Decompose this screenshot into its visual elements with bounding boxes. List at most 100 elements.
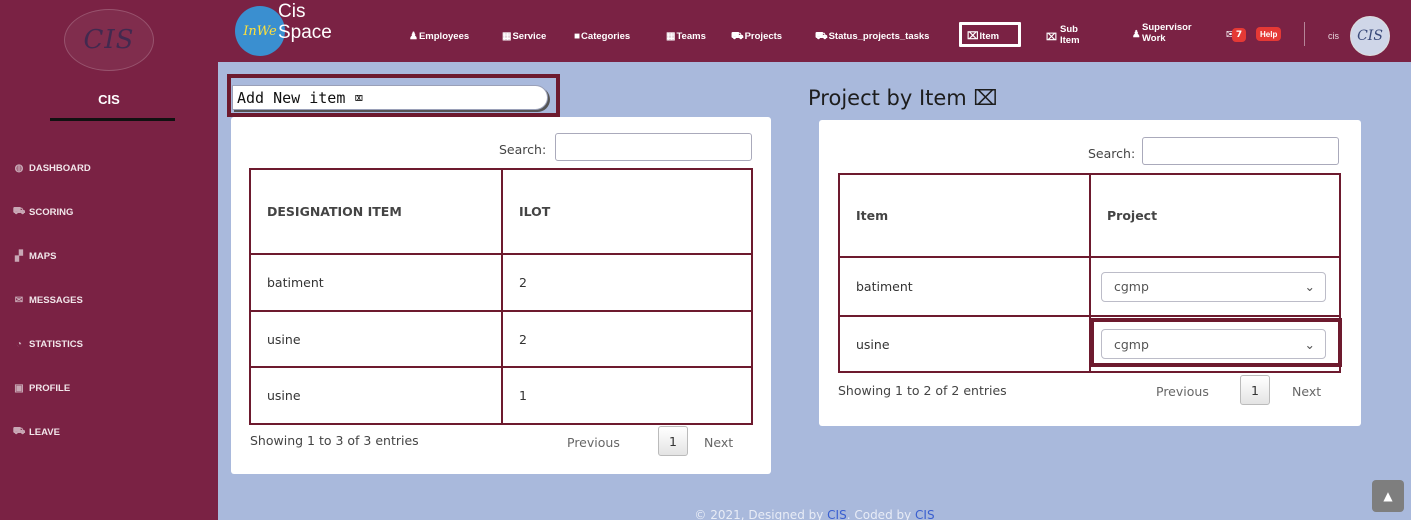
column-header-designation[interactable]: DESIGNATION ITEM [249, 168, 503, 255]
search-input[interactable] [1142, 137, 1339, 165]
table-cell: 2 [501, 310, 753, 368]
sidebar-logo[interactable]: CIS [64, 9, 154, 71]
nav-supervisor-line1: Supervisor [1142, 22, 1192, 33]
sidebar-logo-area: CIS [0, 0, 218, 80]
table-cell: 2 [501, 253, 753, 312]
sidebar-menu: ◍ DASHBOARD ⛟ SCORING ▞ MAPS ✉ MESSAGES … [12, 146, 202, 454]
footer-middle: . Coded by [846, 508, 912, 520]
column-header-project[interactable]: Project [1089, 173, 1341, 258]
pagination-previous[interactable]: Previous [567, 435, 620, 450]
add-new-item-button[interactable]: Add New item ⌧ [232, 85, 548, 110]
nav-label: Item [979, 31, 1000, 42]
table-header-row: DESIGNATION ITEM ILOT [249, 168, 753, 255]
profile-icon: ▣ [14, 382, 24, 394]
sub-item-icon: ⌧ [1046, 32, 1057, 43]
nav-label: Service [512, 31, 547, 42]
user-icon: ♟ [409, 31, 418, 42]
message-count-badge: 7 [1232, 28, 1246, 42]
sidebar: CIS CIS ◍ DASHBOARD ⛟ SCORING ▞ MAPS ✉ M… [0, 0, 218, 520]
sidebar-item-maps[interactable]: ▞ MAPS [12, 234, 202, 278]
footer-prefix: © 2021, Designed by [694, 508, 824, 520]
chevron-down-icon: ⌄ [1304, 279, 1315, 294]
sidebar-item-scoring[interactable]: ⛟ SCORING [12, 190, 202, 234]
sidebar-item-label: MESSAGES [29, 294, 83, 306]
project-select-value: cgmp [1114, 279, 1149, 294]
table-info: Showing 1 to 3 of 3 entries [250, 433, 419, 448]
map-icon: ▞ [15, 250, 23, 262]
table-row: batiment cgmp ⌄ [838, 256, 1341, 317]
nav-categories[interactable]: ■Categories [574, 31, 630, 42]
sidebar-item-label: MAPS [29, 250, 57, 262]
nav-divider [1304, 22, 1305, 46]
chevron-up-icon: ▲ [1383, 489, 1393, 503]
table-cell: usine [838, 315, 1091, 373]
car-icon: ⛟ [815, 31, 828, 42]
column-header-ilot[interactable]: ILOT [501, 168, 753, 255]
sidebar-item-label: LEAVE [29, 426, 60, 438]
search-input[interactable] [555, 133, 752, 161]
table-row: batiment 2 [249, 253, 753, 312]
table-row: usine 2 [249, 310, 753, 368]
user-name[interactable]: cis [1328, 31, 1339, 41]
sidebar-item-label: PROFILE [29, 382, 71, 394]
nav-sub-item[interactable]: ⌧ Sub Item [1046, 24, 1080, 46]
pagination-page[interactable]: 1 [1240, 375, 1270, 405]
nav-item[interactable]: ⌧Item [967, 31, 999, 42]
table-cell: usine [249, 366, 503, 425]
nav-projects[interactable]: ⛟Projects [731, 31, 782, 44]
footer-designer-link[interactable]: CIS [827, 508, 847, 520]
sidebar-item-profile[interactable]: ▣ PROFILE [12, 366, 202, 410]
nav-teams[interactable]: ▦Teams [666, 31, 706, 42]
sidebar-item-label: SCORING [29, 206, 74, 218]
app-name-line1: Cis [278, 1, 306, 22]
table-info: Showing 1 to 2 of 2 entries [838, 383, 1007, 398]
sidebar-brand: CIS [98, 92, 120, 107]
nav-supervisor-line2: Work [1142, 33, 1166, 44]
table-cell: cgmp ⌄ [1089, 256, 1341, 317]
car-icon: ⛟ [12, 205, 26, 217]
table-cell: 1 [501, 366, 753, 425]
avatar[interactable]: CIS [1350, 16, 1390, 56]
pagination-previous[interactable]: Previous [1156, 384, 1209, 399]
column-header-item[interactable]: Item [838, 173, 1091, 258]
briefcase-icon: ■ [574, 31, 581, 42]
table-cell: usine [249, 310, 503, 368]
sidebar-item-label: STATISTICS [29, 338, 84, 350]
user-icon: ♟ [1132, 29, 1141, 40]
nav-label: Status_projects_tasks [828, 31, 930, 42]
envelope-icon: ✉ [14, 294, 24, 306]
page-title: Project by Item ⌧ [808, 86, 998, 110]
items-table: DESIGNATION ITEM ILOT batiment 2 usine 2… [249, 168, 753, 425]
project-select[interactable]: cgmp ⌄ [1101, 271, 1326, 302]
back-to-top-button[interactable]: ▲ [1372, 480, 1404, 512]
chart-icon: ◔ [15, 338, 23, 350]
footer-coder-link[interactable]: CIS [915, 508, 935, 520]
table-row: usine 1 [249, 366, 753, 425]
nav-service[interactable]: ▦Service [502, 31, 546, 42]
sidebar-divider [50, 118, 175, 121]
dashboard-icon: ◍ [14, 162, 24, 174]
nav-employees[interactable]: ♟Employees [409, 31, 469, 42]
sidebar-item-dashboard[interactable]: ◍ DASHBOARD [12, 146, 202, 190]
sidebar-item-statistics[interactable]: ◔ STATISTICS [12, 322, 202, 366]
app-name-line2: Space [278, 22, 332, 43]
car-icon: ⛟ [12, 425, 26, 437]
pagination-page[interactable]: 1 [658, 426, 688, 456]
app-name[interactable]: Cis Space [278, 1, 332, 43]
search-label: Search: [1088, 146, 1136, 161]
pagination-next[interactable]: Next [1292, 384, 1321, 399]
nav-status-projects-tasks[interactable]: ⛟Status_projects_tasks [815, 31, 929, 44]
select-highlight [1090, 318, 1342, 367]
nav-label: Teams [676, 31, 706, 42]
help-button[interactable]: Help [1256, 27, 1282, 41]
sidebar-item-label: DASHBOARD [29, 162, 91, 174]
sidebar-item-leave[interactable]: ⛟ LEAVE [12, 410, 202, 454]
footer: © 2021, Designed by CIS. Coded by CIS [218, 508, 1411, 520]
nav-supervisor-work[interactable]: ♟ Supervisor Work [1132, 22, 1192, 44]
table-icon: ▦ [666, 31, 676, 42]
sidebar-item-messages[interactable]: ✉ MESSAGES [12, 278, 202, 322]
table-cell: batiment [838, 256, 1091, 317]
pagination-next[interactable]: Next [704, 435, 733, 450]
table-icon: ▦ [502, 31, 512, 42]
car-icon: ⛟ [731, 31, 744, 42]
